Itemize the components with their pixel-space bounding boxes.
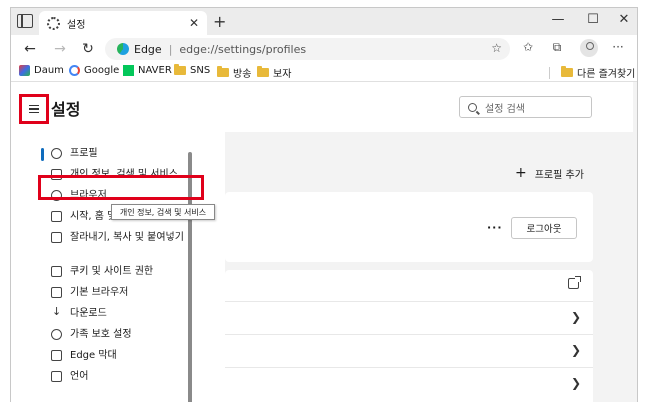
sidebar-item-label: Edge 막대 xyxy=(70,350,117,361)
sidebar-item-languages[interactable]: 언어 xyxy=(41,367,187,388)
bookmark-naver[interactable]: NAVER xyxy=(123,65,172,76)
sidebar-item-label: 기본 브라우저 xyxy=(70,287,129,298)
gear-icon xyxy=(47,16,60,30)
bookmark-label: 방송 xyxy=(233,69,252,80)
tab-actions-icon[interactable] xyxy=(17,14,33,28)
edge-bar-icon xyxy=(51,350,62,361)
language-icon xyxy=(51,371,62,382)
cookie-site-icon xyxy=(51,266,62,277)
logout-button[interactable]: 로그아웃 xyxy=(511,217,577,239)
sidebar-item-label: 프로필 xyxy=(70,148,98,159)
address-label: Edge xyxy=(134,42,162,56)
plus-icon: + xyxy=(515,165,527,181)
download-icon xyxy=(51,305,62,319)
sidebar-item-default-browser[interactable]: 기본 브라우저 xyxy=(41,283,187,304)
row-divider xyxy=(225,367,593,368)
folder-icon xyxy=(257,66,269,77)
folder-icon xyxy=(561,66,573,77)
bookmark-label: 보자 xyxy=(273,69,292,80)
bookmarks-bar: Daum Google NAVER SNS 방송 보자 다른 즐겨찾기 xyxy=(11,63,637,82)
refresh-icon[interactable]: ↻ xyxy=(79,40,97,58)
add-profile-button[interactable]: + 프로필 추가 xyxy=(515,165,584,181)
sidebar-item-downloads[interactable]: 다운로드 xyxy=(41,304,187,325)
sidebar-item-label: 가족 보호 설정 xyxy=(70,329,132,340)
naver-icon xyxy=(123,65,134,76)
settings-search-input[interactable]: 설정 검색 xyxy=(459,96,592,118)
chevron-right-icon[interactable]: ❯ xyxy=(571,376,581,390)
sidebar-item-family[interactable]: 가족 보호 설정 xyxy=(41,325,187,346)
collections-icon[interactable]: ⧉ xyxy=(548,40,566,55)
bookmark-label: Daum xyxy=(34,65,64,76)
google-icon xyxy=(69,65,80,76)
bookmark-label: Google xyxy=(84,65,120,76)
bookmark-google[interactable]: Google xyxy=(69,65,119,76)
bookmark-daum[interactable]: Daum xyxy=(19,65,64,76)
family-icon xyxy=(51,329,62,340)
sidebar-item-clipboard[interactable]: 잘라내기, 복사 및 붙여넣기 xyxy=(41,228,187,262)
folder-icon xyxy=(217,66,229,77)
profile-icon xyxy=(51,148,62,159)
add-profile-label: 프로필 추가 xyxy=(534,169,584,181)
chevron-right-icon[interactable]: ❯ xyxy=(571,310,581,324)
main-scrollbar[interactable] xyxy=(633,82,637,402)
bookmark-label: 다른 즐겨찾기 xyxy=(577,69,636,80)
tab-settings[interactable]: 설정 ✕ xyxy=(39,11,207,35)
sidebar-item-label: 다운로드 xyxy=(70,308,107,319)
close-window-icon[interactable]: ✕ xyxy=(614,12,634,27)
add-favorite-icon[interactable]: ☆ xyxy=(491,41,502,55)
search-placeholder: 설정 검색 xyxy=(485,103,525,115)
forward-icon[interactable]: → xyxy=(51,40,69,58)
folder-icon xyxy=(174,64,186,75)
address-bar[interactable]: Edge | edge://settings/profiles ☆ xyxy=(105,38,510,60)
sidebar-item-label: 언어 xyxy=(70,371,89,382)
bookmark-label: SNS xyxy=(190,65,211,76)
sidebar-item-edge-bar[interactable]: Edge 막대 xyxy=(41,346,187,367)
row-divider xyxy=(225,334,593,335)
home-icon xyxy=(51,211,62,222)
hamburger-menu-icon[interactable] xyxy=(19,94,49,124)
new-tab-icon[interactable]: + xyxy=(213,12,226,31)
browser-window: 설정 ✕ + — ☐ ✕ ← → ↻ Edge | edge://setting… xyxy=(10,7,638,402)
settings-page: 설정 프로필 개인 정보, 검색 및 서비스 브라우저 시작, 홈 및 새 탭 xyxy=(11,82,637,402)
clipboard-icon xyxy=(51,232,62,243)
close-tab-icon[interactable]: ✕ xyxy=(189,16,199,30)
bookmark-label: NAVER xyxy=(138,65,172,76)
tab-title: 설정 xyxy=(67,19,86,31)
more-options-icon[interactable]: ··· xyxy=(609,40,627,54)
address-separator: | xyxy=(168,42,173,56)
settings-sidebar: 설정 프로필 개인 정보, 검색 및 서비스 브라우저 시작, 홈 및 새 탭 xyxy=(11,82,225,402)
external-link-icon[interactable] xyxy=(568,276,581,289)
search-icon xyxy=(468,102,477,112)
sidebar-item-label: 잘라내기, 복사 및 붙여넣기 xyxy=(70,232,184,243)
favorites-icon[interactable]: ✩ xyxy=(519,40,537,54)
minimize-icon[interactable]: — xyxy=(548,12,568,27)
back-icon[interactable]: ← xyxy=(21,40,39,58)
daum-icon xyxy=(19,65,30,76)
bookmark-folder-boja[interactable]: 보자 xyxy=(257,65,291,80)
profile-settings-card xyxy=(225,270,593,402)
sidebar-item-cookies[interactable]: 쿠키 및 사이트 권한 xyxy=(41,262,187,283)
edge-logo-icon xyxy=(117,43,129,55)
bookmark-folder-sns[interactable]: SNS xyxy=(174,64,211,76)
row-divider xyxy=(225,301,593,302)
highlight-box xyxy=(38,175,204,200)
sidebar-item-profiles[interactable]: 프로필 xyxy=(41,144,187,165)
sidebar-item-label: 쿠키 및 사이트 권한 xyxy=(70,266,154,277)
profile-avatar[interactable] xyxy=(580,39,598,57)
browser-icon xyxy=(51,287,62,298)
bookmarks-divider xyxy=(549,67,550,79)
tab-strip: 설정 ✕ + — ☐ ✕ xyxy=(11,8,637,35)
more-actions-icon[interactable]: ··· xyxy=(487,221,503,234)
page-title: 설정 xyxy=(51,100,81,119)
tooltip: 개인 정보, 검색 및 서비스 xyxy=(111,204,215,220)
other-favorites-folder[interactable]: 다른 즐겨찾기 xyxy=(561,65,635,80)
chevron-right-icon[interactable]: ❯ xyxy=(571,343,581,357)
maximize-icon[interactable]: ☐ xyxy=(583,12,603,27)
navigation-bar: ← → ↻ Edge | edge://settings/profiles ☆ … xyxy=(11,35,637,63)
address-url[interactable]: edge://settings/profiles xyxy=(179,43,306,56)
bookmark-folder-broadcast[interactable]: 방송 xyxy=(217,65,251,80)
